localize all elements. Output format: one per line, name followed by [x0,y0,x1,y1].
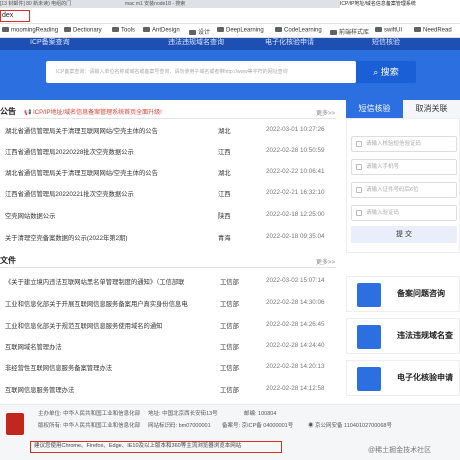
captcha-field[interactable]: 请输入验证码 [351,205,457,221]
folder-icon [275,27,282,32]
announcement-more-link[interactable]: 更多>> [316,108,335,117]
bookmark-folder-swiftui[interactable]: swiftUI [375,27,402,34]
bookmark-folder-dectionary[interactable]: Dectionary [64,27,102,34]
folder-icon [217,27,224,32]
folder-icon [2,27,9,32]
document-row[interactable]: 工业和信息化部关于开展互联网信息服务备案用户真实身份信息电 工信部 2022-02-… [0,299,336,309]
warning-icon [357,325,381,349]
police-badge-icon: ◉ [308,423,316,429]
footer-address: 地址: 中国北京西长安街13号 [148,411,218,417]
submit-button[interactable]: 提 交 [351,226,457,243]
icp-search-input[interactable]: ICP备案查询：请输入单位名称或域名或备案号查询，请勿使用子域名或者带http:… [46,61,356,83]
service-consult[interactable]: 备案问题咨询 [346,276,460,312]
bookmark-folder-codelearning[interactable]: CodeLearning [275,27,322,34]
service-illegal-domain[interactable]: 违法违规域名查 [346,318,460,354]
phone-field[interactable]: 请输入手机号 [351,159,457,175]
url-input[interactable]: dex [0,10,30,22]
announcement-row[interactable]: 关于清理空壳备案数据的公示(2022年第2期) 青海 2022-02-18 09:3… [0,233,336,243]
shield-icon [356,210,362,216]
id-number-field[interactable]: 请输入证件号码后6位 [351,182,457,198]
document-row[interactable]: 《关于建立境内违法互联网站黑名单管理制度的通知》（工信部联 工信部 2022-03-… [0,277,336,287]
nav-sms-verify[interactable]: 短信核验 [372,38,400,47]
search-banner: ICP备案查询：请输入单位名称或域名或备案号查询，请勿使用子域名或者带http:… [0,50,460,100]
bookmark-folder-tools[interactable]: Tools [112,27,135,34]
phone-icon [356,164,362,170]
browser-notice: 建议您使用Chrome、Firefox、Edge、IE10及以上版本和360等主… [30,441,282,453]
search-icon: ⌕ [373,67,381,77]
browser-tab-search[interactable]: mac m1 安装node18 - 搜索 [125,0,225,8]
folder-icon [64,27,71,32]
browser-tab-bar: [13 封邮件] 80 新未读) 电组的门 mac m1 安装node18 - … [0,0,460,8]
document-row[interactable]: 工业和信息化部关于规范互联网信息服务使用域名的通知 工信部 2022-02-28 1… [0,321,336,331]
search-button[interactable]: ⌕ 搜索 [356,61,416,83]
bookmark-folder-design[interactable]: 设计 [189,27,210,36]
document-icon [357,367,381,391]
folder-icon [414,27,421,32]
footer-icp[interactable]: 备案号: 京ICP备 04000001号 [222,421,293,429]
footer-copyright: 版权所有: 中华人民共和国工业和信息化部 [38,423,141,429]
nav-illegal-domain[interactable]: 违法违规域名查询 [168,38,224,47]
emblem-logo [6,413,24,435]
tab-sms-verify[interactable]: 短信核验 [346,100,403,118]
announcement-row[interactable]: 空壳网站数据公示 陕西 2022-02-18 12:25:00 [0,211,336,221]
bookmarks-bar: moomingReading Dectionary Tools AntDesig… [0,24,460,38]
folder-icon [330,29,337,35]
announcement-row[interactable]: 湖北省通信管理局关于清理互联网网站/空壳主体的公告 湖北 2022-03-01 10… [0,126,336,136]
documents-more-link[interactable]: 更多>> [316,257,335,266]
message-icon [356,141,362,147]
footer-site-id: 网站标识码: bm07000001 [148,423,211,429]
id-card-icon [356,187,362,193]
footer: 主办单位: 中华人民共和国工业和信息化部 地址: 中国北京西长安街13号 邮编:… [0,404,460,460]
browser-tab-icp[interactable]: ICP/IP地址/域名信息备案管理系统 [340,0,460,8]
footer-zip: 邮编: 100804 [244,411,277,417]
footer-host: 主办单位: 中华人民共和国工业和信息化部 [38,411,141,417]
folder-icon [189,29,196,35]
headset-icon [357,283,381,307]
bookmark-folder-antdesign[interactable]: AntDesign [143,27,180,34]
divider [0,267,336,268]
document-row[interactable]: 非经营性互联网信息服务备案管理办法 工信部 2022-02-28 14:20:13 [0,363,336,373]
bookmark-folder-deeplearning[interactable]: DeepLearning [217,27,264,34]
nav-electronic-verify[interactable]: 电子化核验申请 [265,38,314,47]
announcement-header: 公告 📢 ICP/IP地址/域名信息备案管理系统首页全面升级! 更多>> [0,104,340,118]
watermark: @稀土掘金技术社区 [368,447,432,454]
divider [0,118,336,119]
document-row[interactable]: 互联网信息服务管理办法 工信部 2022-02-28 14:12:58 [0,385,336,395]
bookmark-folder-moomingreading[interactable]: moomingReading [2,27,58,34]
bookmark-folder-frontend[interactable]: 前端样式库 [330,27,369,36]
announcement-row[interactable]: 湖北省通信管理局关于清理互联网网站/空壳主体的公告 湖北 2022-02-22 10… [0,168,336,178]
browser-tab-mail[interactable]: [13 封邮件] 80 新未读) 电组的门 [0,0,90,8]
document-row[interactable]: 互联网域名管理办法 工信部 2022-02-28 14:24:40 [0,342,336,352]
folder-icon [112,27,119,32]
folder-icon [143,27,150,32]
sms-form: 请输入核验短信验证码 请输入手机号 请输入证件号码后6位 请输入验证码 提 交 [346,118,460,253]
address-bar[interactable]: dex [0,8,460,24]
announcement-notice[interactable]: 📢 ICP/IP地址/域名信息备案管理系统首页全面升级! [24,107,162,116]
announcement-row[interactable]: 江西省通信管理局20220228批次空壳数据公示 江西 2022-02-28 10:… [0,147,336,157]
sms-code-field[interactable]: 请输入核验短信验证码 [351,136,457,152]
service-electronic-verify[interactable]: 电子化核验申请 [346,360,460,396]
announcement-row[interactable]: 江西省通信管理局20220221批次空壳数据公示 江西 2022-02-21 16:… [0,189,336,199]
folder-icon [375,27,382,32]
announcement-title: 公告 [0,107,16,116]
bookmark-folder-needread[interactable]: NeedRead [414,27,452,34]
sms-tabs: 短信核验 取消关联 [346,100,460,118]
megaphone-icon: 📢 [24,110,34,116]
nav-icp-query[interactable]: ICP备案查询 [30,38,70,47]
footer-police[interactable]: ◉ 京公网安备 11040102700068号 [308,421,392,429]
documents-header: 文件 更多>> [0,253,340,267]
documents-title: 文件 [0,256,16,265]
site-nav: ICP备案查询 违法违规域名查询 电子化核验申请 短信核验 [0,38,460,50]
tab-cancel-link[interactable]: 取消关联 [403,100,460,118]
